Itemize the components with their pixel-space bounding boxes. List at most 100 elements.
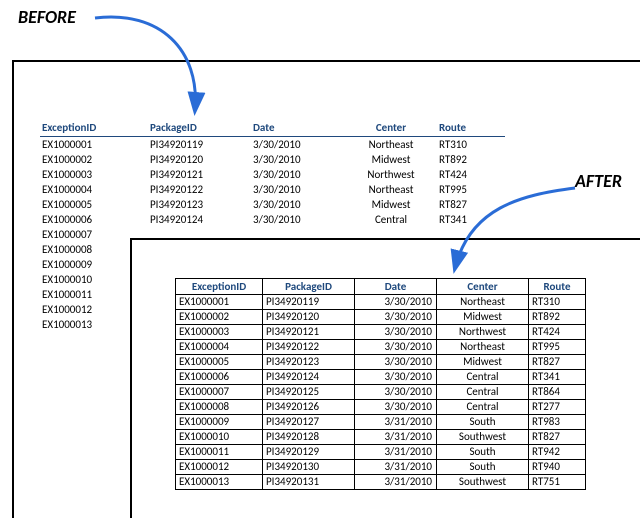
table-row: EX1000002PI349201203/30/2010MidwestRT892: [40, 152, 505, 167]
table-row: EX1000008PI349201263/30/2010CentralRT277: [176, 400, 586, 415]
table-cell: Central: [349, 212, 437, 227]
table-cell: 3/30/2010: [355, 370, 437, 385]
table-cell: RT827: [529, 355, 586, 370]
table-cell: PI34920126: [263, 400, 355, 415]
table-cell: PI34920123: [148, 197, 251, 212]
table-cell: 3/30/2010: [355, 340, 437, 355]
table-cell: PI34920121: [148, 167, 251, 182]
table-cell: Northeast: [349, 182, 437, 197]
table-cell: PI34920120: [263, 310, 355, 325]
table-cell: 3/30/2010: [251, 167, 349, 182]
table-cell: Midwest: [437, 310, 529, 325]
table-cell: Northwest: [437, 325, 529, 340]
table-cell: PI34920129: [263, 445, 355, 460]
col-package: PackageID: [263, 279, 355, 295]
table-cell: RT940: [529, 460, 586, 475]
table-cell: 3/31/2010: [355, 415, 437, 430]
table-cell: EX1000002: [176, 310, 263, 325]
table-cell: RT341: [437, 212, 505, 227]
table-row: EX1000013PI349201313/31/2010SouthwestRT7…: [176, 475, 586, 490]
table-cell: RT827: [437, 197, 505, 212]
table-cell: PI34920127: [263, 415, 355, 430]
col-exception: ExceptionID: [40, 120, 148, 137]
table-cell: PI34920122: [148, 182, 251, 197]
table-cell: Central: [437, 400, 529, 415]
table-cell: PI34920122: [263, 340, 355, 355]
table-cell: EX1000001: [176, 295, 263, 310]
table-cell: PI34920131: [263, 475, 355, 490]
table-cell: RT983: [529, 415, 586, 430]
table-row: EX1000009PI349201273/31/2010SouthRT983: [176, 415, 586, 430]
table-cell: EX1000001: [40, 137, 148, 153]
table-cell: PI34920124: [148, 212, 251, 227]
col-route: Route: [529, 279, 586, 295]
col-route: Route: [437, 120, 505, 137]
col-exception: ExceptionID: [176, 279, 263, 295]
table-row: EX1000001PI349201193/30/2010NortheastRT3…: [176, 295, 586, 310]
table-cell: RT827: [529, 430, 586, 445]
table-cell: 3/30/2010: [251, 137, 349, 153]
table-cell: EX1000003: [176, 325, 263, 340]
table-cell: Central: [437, 370, 529, 385]
table-cell: PI34920128: [263, 430, 355, 445]
table-row: EX1000007PI349201253/30/2010CentralRT864: [176, 385, 586, 400]
table-cell: RT341: [529, 370, 586, 385]
table-cell: 3/31/2010: [355, 430, 437, 445]
table-cell: 3/30/2010: [355, 325, 437, 340]
table-row: EX1000001PI349201193/30/2010NortheastRT3…: [40, 137, 505, 153]
col-center: Center: [437, 279, 529, 295]
table-cell: Southwest: [437, 430, 529, 445]
table-cell: EX1000010: [176, 430, 263, 445]
table-cell: RT942: [529, 445, 586, 460]
after-header-row: ExceptionID PackageID Date Center Route: [176, 279, 586, 295]
table-row: EX1000003PI349201213/30/2010NorthwestRT4…: [176, 325, 586, 340]
table-cell: 3/30/2010: [355, 355, 437, 370]
before-header-row: ExceptionID PackageID Date Center Route: [40, 120, 505, 137]
table-cell: PI34920121: [263, 325, 355, 340]
table-cell: RT424: [529, 325, 586, 340]
table-cell: RT751: [529, 475, 586, 490]
table-row: EX1000012PI349201303/31/2010SouthRT940: [176, 460, 586, 475]
table-cell: EX1000002: [40, 152, 148, 167]
table-cell: Midwest: [349, 152, 437, 167]
table-cell: EX1000009: [176, 415, 263, 430]
table-cell: EX1000006: [40, 212, 148, 227]
table-cell: 3/30/2010: [251, 212, 349, 227]
table-row: EX1000011PI349201293/31/2010SouthRT942: [176, 445, 586, 460]
table-cell: 3/31/2010: [355, 475, 437, 490]
table-row: EX1000003PI349201213/30/2010NorthwestRT4…: [40, 167, 505, 182]
table-row: EX1000005PI349201233/30/2010MidwestRT827: [176, 355, 586, 370]
table-cell: PI34920119: [263, 295, 355, 310]
table-cell: RT424: [437, 167, 505, 182]
table-cell: RT864: [529, 385, 586, 400]
table-cell: PI34920130: [263, 460, 355, 475]
table-cell: Midwest: [349, 197, 437, 212]
table-cell: Northeast: [349, 137, 437, 153]
table-cell: PI34920120: [148, 152, 251, 167]
table-cell: RT995: [529, 340, 586, 355]
table-cell: EX1000011: [176, 445, 263, 460]
table-cell: EX1000008: [176, 400, 263, 415]
table-cell: EX1000006: [176, 370, 263, 385]
table-cell: Northwest: [349, 167, 437, 182]
table-cell: PI34920124: [263, 370, 355, 385]
table-cell: PI34920123: [263, 355, 355, 370]
table-cell: PI34920119: [148, 137, 251, 153]
table-row: EX1000006PI349201243/30/2010CentralRT341: [176, 370, 586, 385]
table-cell: RT310: [529, 295, 586, 310]
table-cell: 3/30/2010: [355, 385, 437, 400]
table-cell: RT310: [437, 137, 505, 153]
table-cell: RT892: [529, 310, 586, 325]
table-cell: EX1000004: [40, 182, 148, 197]
table-cell: RT277: [529, 400, 586, 415]
table-cell: EX1000003: [40, 167, 148, 182]
table-cell: Northeast: [437, 340, 529, 355]
table-cell: PI34920125: [263, 385, 355, 400]
table-cell: EX1000013: [176, 475, 263, 490]
table-cell: South: [437, 415, 529, 430]
table-cell: 3/30/2010: [251, 197, 349, 212]
col-date: Date: [355, 279, 437, 295]
table-cell: EX1000004: [176, 340, 263, 355]
table-cell: 3/30/2010: [355, 295, 437, 310]
table-cell: 3/31/2010: [355, 460, 437, 475]
